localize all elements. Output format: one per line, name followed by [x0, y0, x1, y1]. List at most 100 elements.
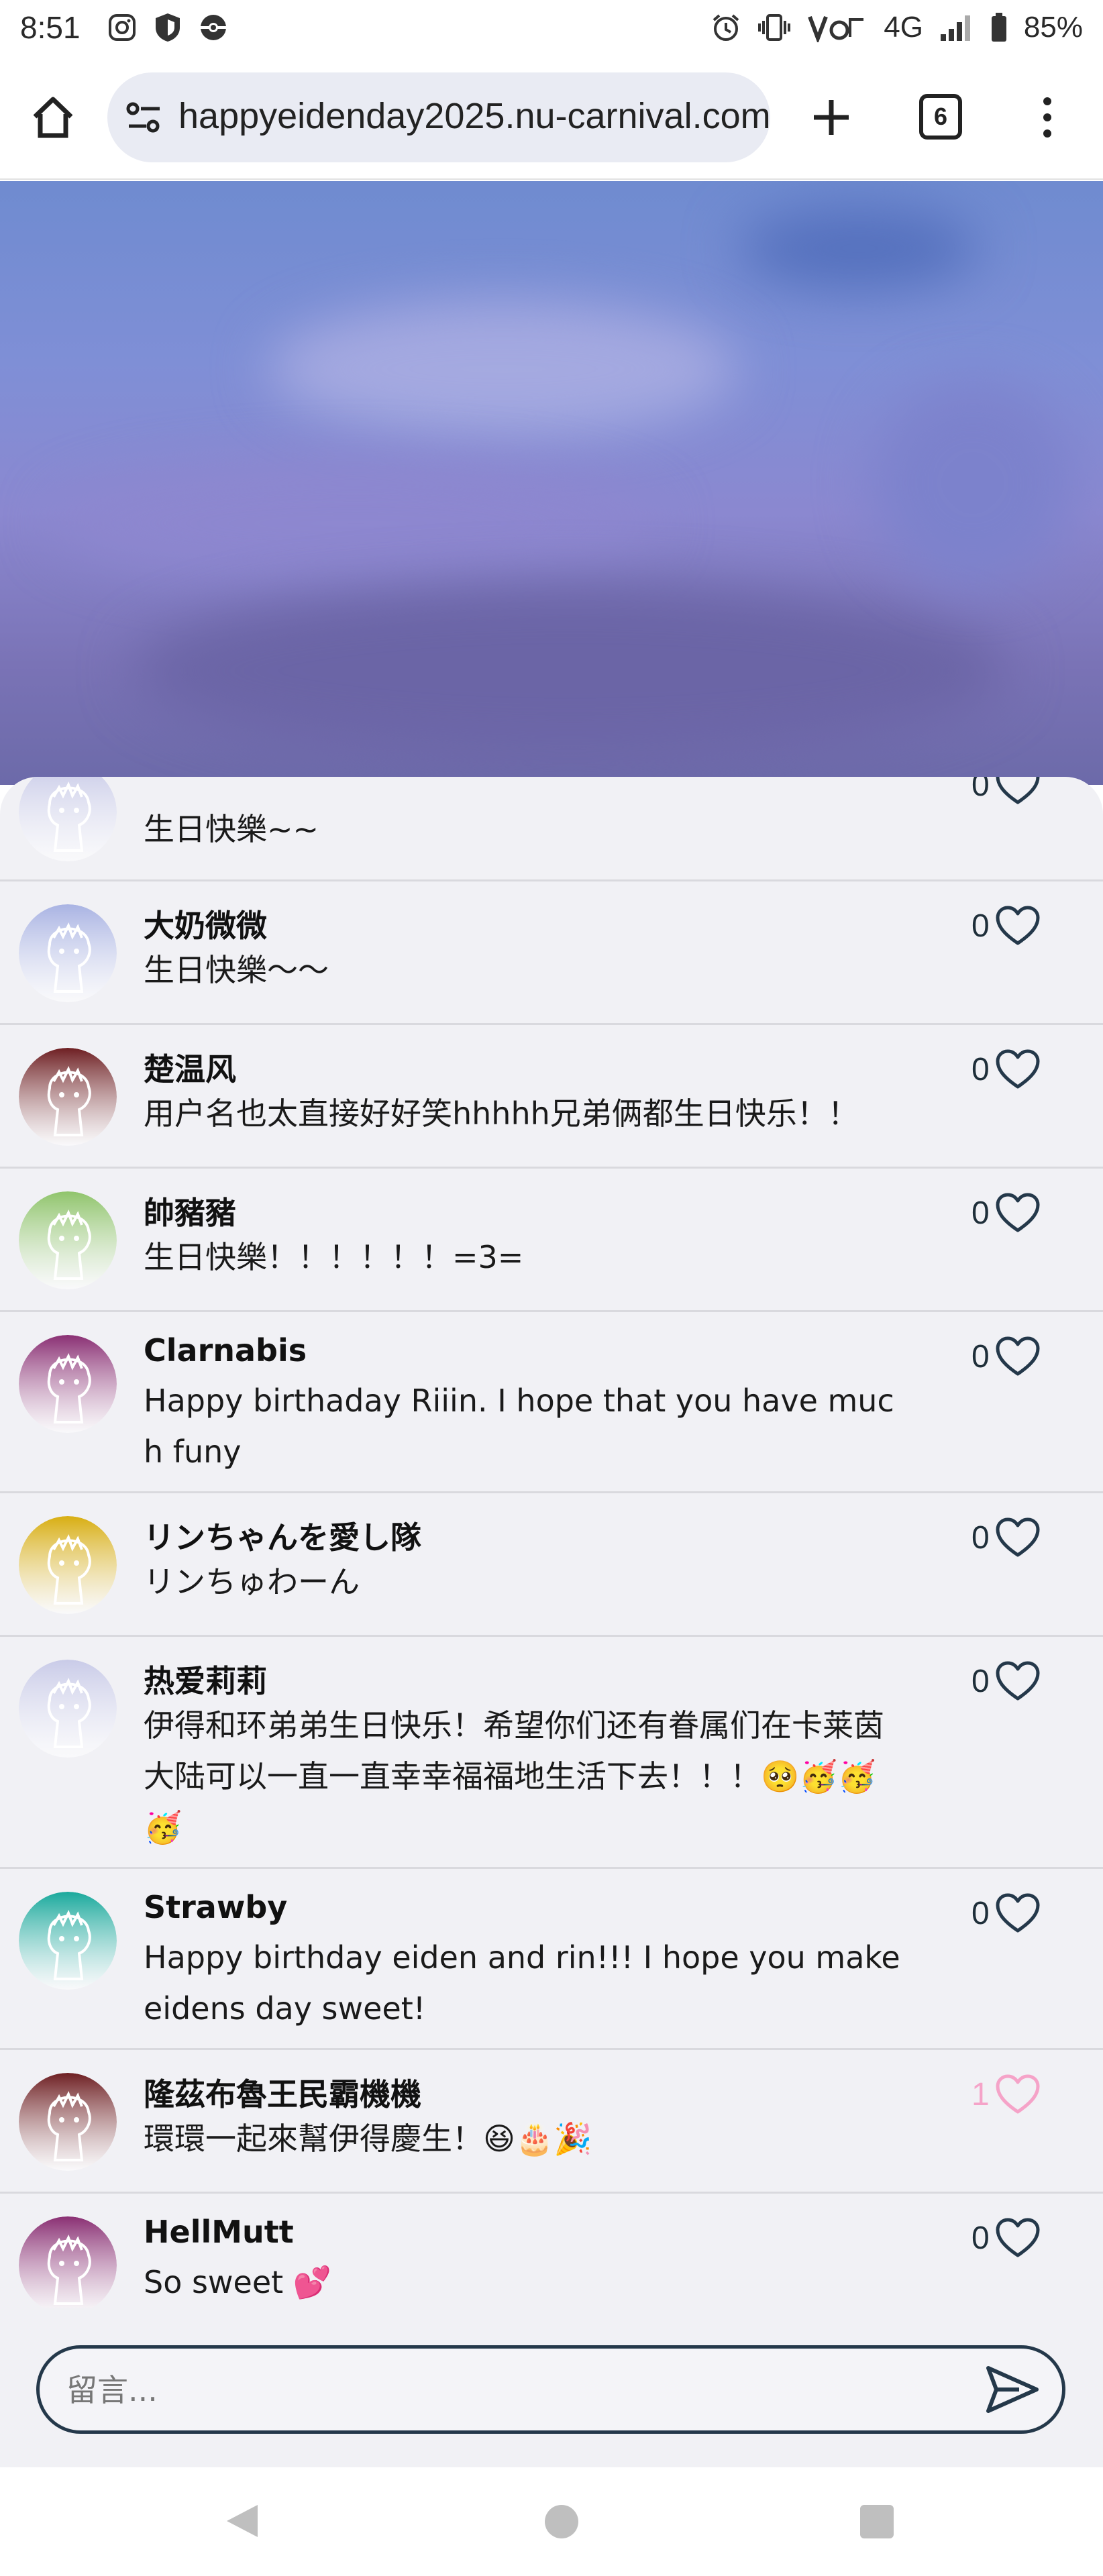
like-button[interactable]: 0 [971, 1049, 1041, 1089]
back-triangle-icon [227, 2505, 258, 2537]
like-button[interactable]: 0 [971, 1336, 1041, 1377]
heart-icon [996, 777, 1040, 804]
hero-blob [872, 382, 1073, 584]
status-time: 8:51 [20, 10, 81, 45]
comment-text: Happy birthaday Riiin. I hope that you h… [144, 1383, 894, 1470]
like-count: 0 [971, 1051, 990, 1087]
like-count: 0 [971, 1895, 990, 1931]
like-button[interactable]: 0 [971, 1517, 1041, 1558]
home-button[interactable] [24, 89, 82, 146]
comment-author: HellMutt [144, 2214, 294, 2250]
comment-composer [0, 2308, 1103, 2467]
like-count: 0 [971, 1663, 990, 1699]
send-icon [986, 2366, 1039, 2413]
heart-icon [996, 906, 1040, 945]
pokeball-icon [199, 13, 228, 42]
comment-author: 大奶微微 [144, 908, 267, 944]
hero-banner-blurred [0, 181, 1103, 785]
battery-icon [990, 12, 1008, 43]
comment-input-box[interactable] [36, 2345, 1065, 2434]
hero-blob [134, 584, 1006, 758]
like-button[interactable]: 0 [971, 906, 1041, 946]
like-count: 0 [971, 1338, 990, 1375]
avatar[interactable] [19, 2216, 117, 2314]
avatar[interactable] [19, 1191, 117, 1289]
avatar[interactable] [19, 904, 117, 1002]
heart-icon [996, 1193, 1040, 1232]
battery-level: 85% [1023, 11, 1083, 44]
address-bar[interactable]: happyeidenday2025.nu-carnival.com [107, 72, 770, 162]
alarm-icon [711, 12, 741, 43]
vibrate-icon [757, 13, 791, 42]
comment-author: Clarnabis [144, 1332, 307, 1368]
shield-icon [153, 11, 182, 44]
comment-input[interactable] [66, 2365, 939, 2416]
comment-item: 大奶微微生日快樂～～ 0 [0, 881, 1103, 1025]
heart-icon [996, 1049, 1040, 1089]
comment-item: 生日快樂~~ 0 [0, 777, 1103, 881]
like-button[interactable]: 0 [971, 1893, 1041, 1933]
avatar[interactable] [19, 1892, 117, 1990]
heart-icon [996, 1336, 1040, 1376]
like-button[interactable]: 0 [971, 1193, 1041, 1233]
url-text[interactable]: happyeidenday2025.nu-carnival.com [178, 95, 770, 137]
avatar-illustration [19, 1516, 117, 1614]
comment-item: リンちゃんを愛し隊 リンちゅわーん 0 [0, 1493, 1103, 1637]
avatar[interactable] [19, 2073, 117, 2171]
comment-author: 热爱莉莉 [144, 1663, 267, 1699]
comment-author: 帥豬豬 [144, 1195, 236, 1231]
comment-text: 生日快樂！！！！！！=3= [144, 1239, 524, 1275]
hero-blob [738, 208, 980, 288]
like-button[interactable]: 0 [971, 777, 1041, 805]
heart-icon [996, 2218, 1040, 2257]
comment-item: Strawby Happy birthday eiden and rin!!! I… [0, 1869, 1103, 2050]
heart-icon [996, 2074, 1040, 2114]
status-bar: 8:51 4G 85% [0, 0, 1103, 55]
comment-text: 伊得和环弟弟生日快乐！希望你们还有眷属们在卡莱茵大陆可以一直一直幸幸福福地生活下… [144, 1707, 884, 1845]
heart-icon [996, 1661, 1040, 1701]
tab-count: 6 [933, 103, 948, 130]
comment-item: Clarnabis Happy birthaday Riiin. I hope t… [0, 1312, 1103, 1493]
avatar-illustration [19, 2073, 117, 2171]
new-tab-button[interactable] [801, 87, 861, 148]
browser-toolbar: happyeidenday2025.nu-carnival.com 6 [0, 55, 1103, 180]
avatar[interactable] [19, 1048, 117, 1146]
back-button[interactable] [224, 2502, 260, 2542]
comment-text: 生日快樂～～ [144, 952, 329, 988]
tab-switcher-button[interactable]: 6 [919, 94, 962, 140]
comment-author: リンちゃんを愛し隊 [144, 1519, 421, 1556]
avatar[interactable] [19, 1660, 117, 1758]
avatar[interactable] [19, 777, 117, 861]
comment-text: Happy birthday eiden and rin!!! I hope y… [144, 1939, 900, 2027]
network-type: 4G [884, 11, 923, 44]
avatar-illustration [19, 1892, 117, 1990]
home-nav-button[interactable] [545, 2505, 578, 2538]
home-icon [33, 97, 73, 138]
avatar-illustration [19, 1048, 117, 1146]
browser-menu-button[interactable] [1031, 89, 1064, 146]
send-button[interactable] [979, 2359, 1046, 2420]
more-dot [1043, 97, 1051, 105]
like-count: 0 [971, 1519, 990, 1556]
hero-blob [54, 463, 658, 584]
avatar[interactable] [19, 1516, 117, 1614]
hero-blob [268, 302, 738, 436]
recents-button[interactable] [860, 2505, 894, 2538]
avatar[interactable] [19, 1335, 117, 1433]
signal-icon [939, 13, 974, 42]
comment-item: 楚温风 用户名也太直接好好笑hhhhh兄弟俩都生日快乐！！ 0 [0, 1025, 1103, 1169]
plus-icon [814, 100, 849, 135]
volte-icon [807, 13, 868, 42]
like-button[interactable]: 0 [971, 1661, 1041, 1701]
like-button[interactable]: 0 [971, 2218, 1041, 2258]
like-button[interactable]: 1 [971, 2074, 1041, 2114]
comment-text: 生日快樂~~ [144, 811, 319, 847]
avatar-illustration [19, 1191, 117, 1289]
site-settings-icon[interactable] [126, 101, 162, 134]
like-count: 0 [971, 908, 990, 944]
avatar-illustration [19, 777, 117, 861]
comment-text: 用户名也太直接好好笑hhhhh兄弟俩都生日快乐！！ [144, 1095, 859, 1132]
comment-text: So sweet 💕 [144, 2264, 332, 2300]
heart-icon [996, 1893, 1040, 1933]
comment-author: 隆茲布魯王民霸機機 [144, 2076, 421, 2112]
